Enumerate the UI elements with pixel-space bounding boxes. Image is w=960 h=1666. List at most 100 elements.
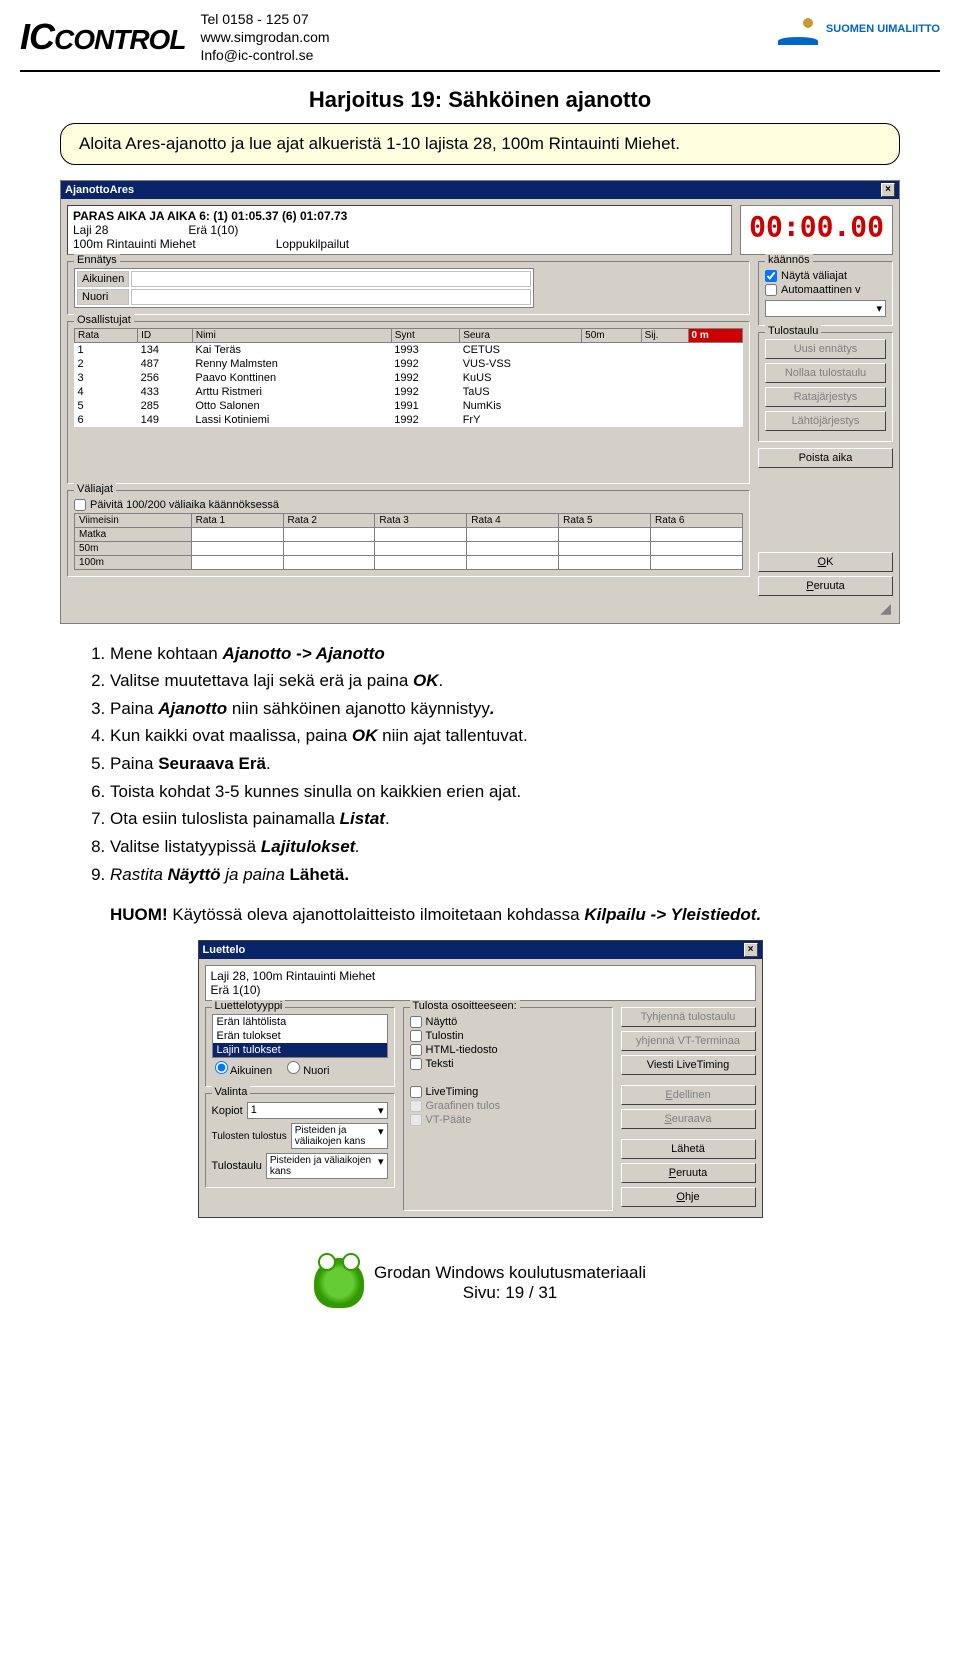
footer-line1: Grodan Windows koulutusmateriaali — [374, 1263, 646, 1283]
logo-left-block: ICCONTROL Tel 0158 - 125 07 www.simgroda… — [20, 10, 330, 65]
ratajarjestys-button[interactable]: Ratajärjestys — [765, 387, 886, 407]
peruuta-button-2[interactable]: Peruuta — [621, 1163, 756, 1183]
instruction-list: Mene kohtaan Ajanotto -> Ajanotto Valits… — [60, 642, 900, 888]
kaannos-select[interactable]: ▾ — [765, 300, 886, 317]
th-50m[interactable]: 50m — [582, 328, 641, 342]
luettelotyyppi-fieldset: Luettelotyyppi Erän lähtölista Erän tulo… — [205, 1007, 395, 1087]
swimmer-icon — [778, 10, 818, 50]
tulostin-checkbox[interactable] — [410, 1030, 422, 1042]
huom-note: HUOM! Käytössä oleva ajanottolaitteisto … — [110, 905, 900, 925]
nuori-radio[interactable]: Nuori — [287, 1061, 329, 1077]
nayta-valiajat-label: Näytä väliajat — [781, 270, 847, 282]
table-row[interactable]: 1134Kai Teräs1993CETUS — [75, 342, 743, 357]
era-line: Erä 1(10) — [211, 983, 750, 997]
graafinen-checkbox — [410, 1100, 422, 1112]
web-text: www.simgrodan.com — [200, 28, 329, 46]
th-id[interactable]: ID — [138, 328, 193, 342]
tyhjenna-vt-button[interactable]: yhjennä VT-Terminaa — [621, 1031, 756, 1051]
aikuinen-cell: Aikuinen — [77, 271, 129, 287]
vh-r3: Rata 3 — [375, 513, 467, 527]
table-row[interactable]: 4433Arttu Ristmeri1992TaUS — [75, 385, 743, 399]
phone-text: Tel 0158 - 125 07 — [200, 10, 329, 28]
list-type-listbox[interactable]: Erän lähtölista Erän tulokset Lajin tulo… — [212, 1014, 388, 1058]
step-2: Valitse muutettava laji sekä erä ja pain… — [110, 669, 875, 694]
chevron-down-icon: ▾ — [378, 1155, 384, 1177]
ok-button[interactable]: OK — [758, 552, 893, 572]
aikuinen-radio[interactable]: Aikuinen — [215, 1061, 273, 1077]
nayta-valiajat-checkbox[interactable] — [765, 270, 777, 282]
luettelo-titlebar[interactable]: Luettelo × — [199, 941, 762, 959]
viesti-button[interactable]: Viesti LiveTiming — [621, 1055, 756, 1075]
huom-bold: Kilpailu -> Yleistiedot. — [584, 905, 761, 924]
valinta-legend: Valinta — [212, 1086, 251, 1098]
vr-matka: Matka — [75, 527, 192, 541]
vtpaate-checkbox — [410, 1114, 422, 1126]
th-sij[interactable]: Sij. — [641, 328, 688, 342]
table-row[interactable]: 6149Lassi Kotiniemi1992FrY — [75, 413, 743, 427]
nuori-cell: Nuori — [77, 289, 129, 305]
tulosta-fieldset: Tulosta osoitteeseen: Näyttö Tulostin HT… — [403, 1007, 613, 1211]
valiajat-fieldset: Väliajat Päivitä 100/200 väliaika käännö… — [67, 490, 750, 577]
ennatys-legend: Ennätys — [74, 254, 120, 266]
kaannos-legend: käännös — [765, 254, 813, 266]
table-row[interactable]: 3256Paavo Konttinen1992KuUS — [75, 371, 743, 385]
th-rata[interactable]: Rata — [75, 328, 138, 342]
vh-r5: Rata 5 — [559, 513, 651, 527]
timer-display: 00:00.00 — [740, 205, 893, 255]
splits-table: Viimeisin Rata 1 Rata 2 Rata 3 Rata 4 Ra… — [74, 513, 743, 570]
nollaa-button[interactable]: Nollaa tulostaulu — [765, 363, 886, 383]
naytto-checkbox[interactable] — [410, 1016, 422, 1028]
uusi-ennatys-button[interactable]: Uusi ennätys — [765, 339, 886, 359]
step-6: Toista kohdat 3-5 kunnes sinulla on kaik… — [110, 780, 875, 805]
era-text: Erä 1(10) — [188, 223, 238, 237]
tulostaulu-fieldset: Tulostaulu Uusi ennätys Nollaa tulostaul… — [758, 332, 893, 442]
record-table: Aikuinen Nuori — [74, 268, 534, 308]
seuraava-button[interactable]: Seuraava — [621, 1109, 756, 1129]
kaannos-fieldset: käännös Näytä väliajat Automaattinen v ▾ — [758, 261, 893, 326]
vh-r2: Rata 2 — [283, 513, 375, 527]
page-header: ICCONTROL Tel 0158 - 125 07 www.simgroda… — [0, 0, 960, 70]
livetiming-checkbox[interactable] — [410, 1086, 422, 1098]
tulostaulu-select[interactable]: Pisteiden ja väliaikojen kans▾ — [266, 1153, 388, 1179]
list-item[interactable]: Erän lähtölista — [213, 1015, 387, 1029]
chevron-down-icon: ▾ — [876, 302, 882, 315]
page-title: Harjoitus 19: Sähköinen ajanotto — [60, 87, 900, 113]
vr-100m: 100m — [75, 555, 192, 569]
table-row[interactable]: 5285Otto Salonen1991NumKis — [75, 399, 743, 413]
close-icon[interactable]: × — [881, 183, 895, 197]
automaattinen-label: Automaattinen v — [781, 284, 861, 296]
kopiot-select[interactable]: 1▾ — [247, 1102, 388, 1119]
edellinen-button[interactable]: Edellinen — [621, 1085, 756, 1105]
tulostaulu-label: Tulostaulu — [212, 1160, 262, 1172]
th-nimi[interactable]: Nimi — [192, 328, 391, 342]
best-time-box: PARAS AIKA JA AIKA 6: (1) 01:05.37 (6) 0… — [67, 205, 732, 255]
html-checkbox[interactable] — [410, 1044, 422, 1056]
ohje-button[interactable]: Ohje — [621, 1187, 756, 1207]
laheta-button[interactable]: Lähetä — [621, 1139, 756, 1159]
chevron-down-icon: ▾ — [378, 1104, 384, 1117]
teksti-checkbox[interactable] — [410, 1058, 422, 1070]
list-item[interactable]: Erän tulokset — [213, 1029, 387, 1043]
table-row[interactable]: 2487Renny Malmsten1992VUS-VSS — [75, 357, 743, 371]
poista-aika-button[interactable]: Poista aika — [758, 448, 893, 468]
step-7: Ota esiin tuloslista painamalla Listat. — [110, 807, 875, 832]
vh-r6: Rata 6 — [651, 513, 743, 527]
close-icon[interactable]: × — [744, 943, 758, 957]
dialog-titlebar[interactable]: AjanottoAres × — [61, 181, 899, 199]
th-seura[interactable]: Seura — [460, 328, 582, 342]
th-synt[interactable]: Synt — [391, 328, 459, 342]
tulosten-select[interactable]: Pisteiden ja väliaikojen kans▾ — [291, 1123, 388, 1149]
peruuta-button[interactable]: Peruuta — [758, 576, 893, 596]
list-item-selected[interactable]: Lajin tulokset — [213, 1043, 387, 1057]
paivita-checkbox[interactable] — [74, 499, 86, 511]
huom-text: Käytössä oleva ajanottolaitteisto ilmoit… — [168, 905, 585, 924]
contact-info: Tel 0158 - 125 07 www.simgrodan.com Info… — [200, 10, 329, 65]
resize-grip-icon[interactable]: ◢ — [67, 600, 893, 617]
tyhjenna-button[interactable]: Tyhjennä tulostaulu — [621, 1007, 756, 1027]
automaattinen-checkbox[interactable] — [765, 284, 777, 296]
vh-r1: Rata 1 — [191, 513, 283, 527]
participants-table[interactable]: Rata ID Nimi Synt Seura 50m Sij. 0 m 113… — [74, 328, 743, 427]
lahtojarjestys-button[interactable]: Lähtöjärjestys — [765, 411, 886, 431]
th-0m[interactable]: 0 m — [688, 328, 742, 342]
ic-control-logo: ICCONTROL — [20, 16, 185, 58]
